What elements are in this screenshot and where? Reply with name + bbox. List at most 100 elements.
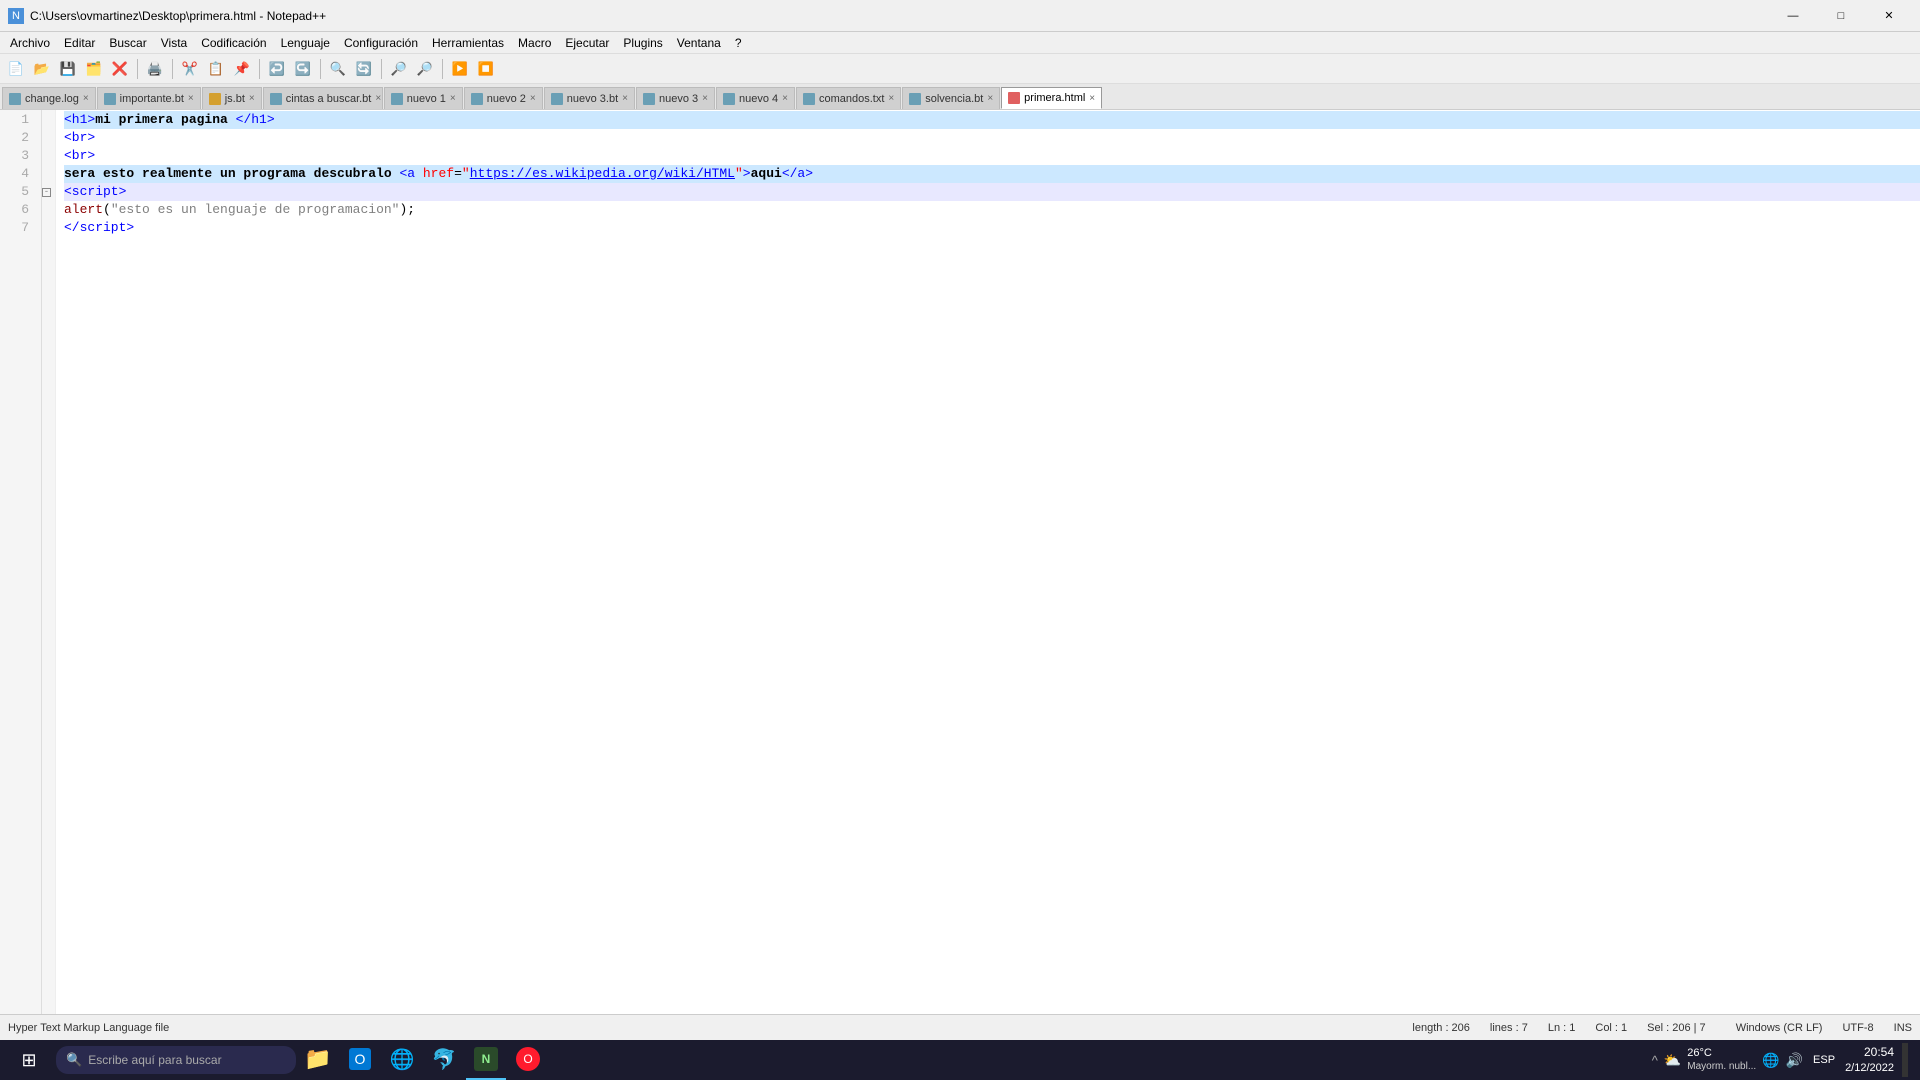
menu-editar[interactable]: Editar — [58, 34, 101, 52]
zoom-out-button[interactable]: 🔎 — [413, 57, 437, 81]
status-encoding: Windows (CR LF) — [1736, 1022, 1823, 1034]
fold-5[interactable]: - — [42, 183, 55, 201]
tab-close-importante[interactable]: × — [188, 93, 194, 104]
menu-buscar[interactable]: Buscar — [103, 34, 152, 52]
menu-herramientas[interactable]: Herramientas — [426, 34, 510, 52]
tab-nuevo2[interactable]: nuevo 2 × — [464, 87, 543, 109]
code-link-text: aqui — [751, 165, 782, 183]
menu-configuracion[interactable]: Configuración — [338, 34, 424, 52]
tab-solvencia[interactable]: solvencia.bt × — [902, 87, 1000, 109]
show-desktop-icon[interactable]: ^ — [1652, 1053, 1658, 1068]
tab-label-solvencia: solvencia.bt — [925, 93, 983, 105]
tab-nuevo4[interactable]: nuevo 4 × — [716, 87, 795, 109]
status-lines: lines : 7 — [1490, 1022, 1528, 1034]
save-file-button[interactable]: 💾 — [56, 57, 80, 81]
taskbar-app-outlook[interactable]: O — [340, 1040, 380, 1080]
print-button[interactable]: 🖨️ — [143, 57, 167, 81]
new-file-button[interactable]: 📄 — [4, 57, 28, 81]
volume-icon[interactable]: 🔊 — [1786, 1052, 1803, 1069]
menu-archivo[interactable]: Archivo — [4, 34, 56, 52]
code-line-3: <br> — [64, 147, 1920, 165]
undo-button[interactable]: ↩️ — [265, 57, 289, 81]
tab-comandos[interactable]: comandos.txt × — [796, 87, 901, 109]
tab-label-importante: importante.bt — [120, 93, 184, 105]
copy-button[interactable]: 📋 — [204, 57, 228, 81]
tab-changelog[interactable]: change.log × — [2, 87, 96, 109]
taskbar-app-notepadpp[interactable]: N — [466, 1040, 506, 1080]
tab-nuevo3[interactable]: nuevo 3 × — [636, 87, 715, 109]
tab-cintas[interactable]: cintas a buscar.bt × — [263, 87, 383, 109]
status-utf: UTF-8 — [1842, 1022, 1873, 1034]
fold-6 — [42, 201, 55, 219]
line-num-5: 5 — [0, 183, 35, 201]
code-line-5: <script> — [64, 183, 1920, 201]
line-num-3: 3 — [0, 147, 35, 165]
taskbar-right: ^ ⛅ 26°C Mayorm. nubl... 🌐 🔊 ESP 20:54 2… — [1652, 1043, 1916, 1077]
fold-indicator-5[interactable]: - — [42, 188, 51, 197]
close-button[interactable]: ✕ — [1866, 0, 1912, 32]
tab-close-nuevo2[interactable]: × — [530, 93, 536, 104]
cut-button[interactable]: ✂️ — [178, 57, 202, 81]
menu-lenguaje[interactable]: Lenguaje — [275, 34, 336, 52]
taskbar-app-opera[interactable]: O — [508, 1040, 548, 1080]
tab-icon-primera — [1008, 92, 1020, 104]
code-js-paren2: ); — [399, 201, 415, 219]
save-all-button[interactable]: 🗂️ — [82, 57, 106, 81]
tab-close-changelog[interactable]: × — [83, 93, 89, 104]
show-desktop-button[interactable] — [1902, 1043, 1908, 1077]
menu-help[interactable]: ? — [729, 34, 748, 52]
run-button[interactable]: ▶️ — [448, 57, 472, 81]
tab-importante[interactable]: importante.bt × — [97, 87, 201, 109]
code-equals: = — [454, 165, 462, 183]
tab-close-comandos[interactable]: × — [888, 93, 894, 104]
taskbar: ⊞ 🔍 Escribe aquí para buscar 📁 O 🌐 🐬 N O… — [0, 1040, 1920, 1080]
taskbar-app-ie[interactable]: 🌐 — [382, 1040, 422, 1080]
zoom-in-button[interactable]: 🔎 — [387, 57, 411, 81]
minimize-button[interactable]: — — [1770, 0, 1816, 32]
maximize-button[interactable]: □ — [1818, 0, 1864, 32]
toolbar-sep-4 — [320, 59, 321, 79]
menu-ejecutar[interactable]: Ejecutar — [559, 34, 615, 52]
find-button[interactable]: 🔍 — [326, 57, 350, 81]
status-length: length : 206 — [1412, 1022, 1470, 1034]
network-icon[interactable]: 🌐 — [1762, 1052, 1779, 1069]
tab-close-js[interactable]: × — [249, 93, 255, 104]
editor-container: 1 2 3 4 5 6 7 - <h1>mi primera pagina </… — [0, 110, 1920, 1014]
taskbar-search[interactable]: 🔍 Escribe aquí para buscar — [56, 1046, 296, 1074]
menu-plugins[interactable]: Plugins — [617, 34, 668, 52]
tab-close-nuevo4[interactable]: × — [782, 93, 788, 104]
tab-js[interactable]: js.bt × — [202, 87, 262, 109]
menu-vista[interactable]: Vista — [155, 34, 193, 52]
code-tag-h1-open: <h1> — [64, 111, 95, 129]
tab-nuevo1[interactable]: nuevo 1 × — [384, 87, 463, 109]
status-ins: INS — [1894, 1022, 1912, 1034]
code-tag-script-open: <script> — [64, 183, 126, 201]
menu-codificacion[interactable]: Codificación — [195, 34, 272, 52]
open-file-button[interactable]: 📂 — [30, 57, 54, 81]
close-file-button[interactable]: ❌ — [108, 57, 132, 81]
status-filetype: Hyper Text Markup Language file — [8, 1022, 1412, 1034]
tab-close-solvencia[interactable]: × — [987, 93, 993, 104]
tab-close-nuevo3[interactable]: × — [702, 93, 708, 104]
tab-nuevo3bt[interactable]: nuevo 3.bt × — [544, 87, 635, 109]
taskbar-app-explorer[interactable]: 📁 — [298, 1040, 338, 1080]
taskbar-app-unknown1[interactable]: 🐬 — [424, 1040, 464, 1080]
tab-close-nuevo1[interactable]: × — [450, 93, 456, 104]
start-button[interactable]: ⊞ — [4, 1040, 54, 1080]
redo-button[interactable]: ↪️ — [291, 57, 315, 81]
clock[interactable]: 20:54 2/12/2022 — [1845, 1045, 1894, 1075]
menu-macro[interactable]: Macro — [512, 34, 557, 52]
menu-ventana[interactable]: Ventana — [671, 34, 727, 52]
paste-button[interactable]: 📌 — [230, 57, 254, 81]
stop-button[interactable]: ⏹️ — [474, 57, 498, 81]
tab-close-cintas[interactable]: × — [375, 93, 381, 104]
code-area[interactable]: <h1>mi primera pagina </h1> <br> <br> se… — [56, 110, 1920, 1014]
tab-icon-js — [209, 93, 221, 105]
code-js-alert: alert — [64, 201, 103, 219]
weather-icon: ⛅ — [1664, 1052, 1681, 1069]
replace-button[interactable]: 🔄 — [352, 57, 376, 81]
tab-close-nuevo3bt[interactable]: × — [622, 93, 628, 104]
tab-icon-nuevo4 — [723, 93, 735, 105]
tab-close-primera[interactable]: × — [1089, 93, 1095, 104]
tab-primera[interactable]: primera.html × — [1001, 87, 1102, 109]
